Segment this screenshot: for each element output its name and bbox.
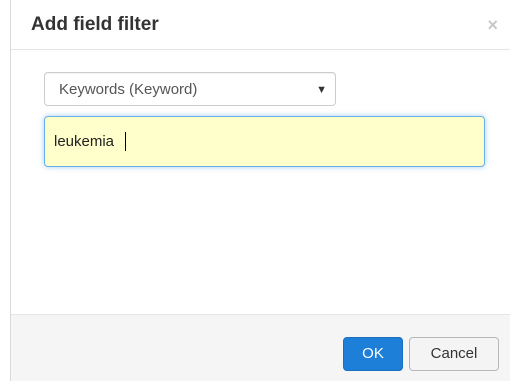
dialog-header: Add field filter ×	[11, 0, 510, 50]
field-select-value: Keywords (Keyword)	[59, 81, 198, 98]
dialog-body: Keywords (Keyword) ▼	[11, 50, 510, 314]
close-icon[interactable]: ×	[487, 16, 498, 34]
cancel-button[interactable]: Cancel	[409, 337, 499, 371]
dialog-footer: OK Cancel	[11, 314, 510, 381]
text-caret	[125, 132, 126, 151]
ok-button[interactable]: OK	[343, 337, 403, 371]
filter-value-input[interactable]	[44, 116, 485, 167]
chevron-down-icon: ▼	[316, 84, 327, 96]
dialog-title: Add field filter	[31, 14, 159, 35]
field-select[interactable]: Keywords (Keyword) ▼	[44, 72, 336, 106]
add-field-filter-dialog: Add field filter × Keywords (Keyword) ▼ …	[10, 0, 510, 381]
